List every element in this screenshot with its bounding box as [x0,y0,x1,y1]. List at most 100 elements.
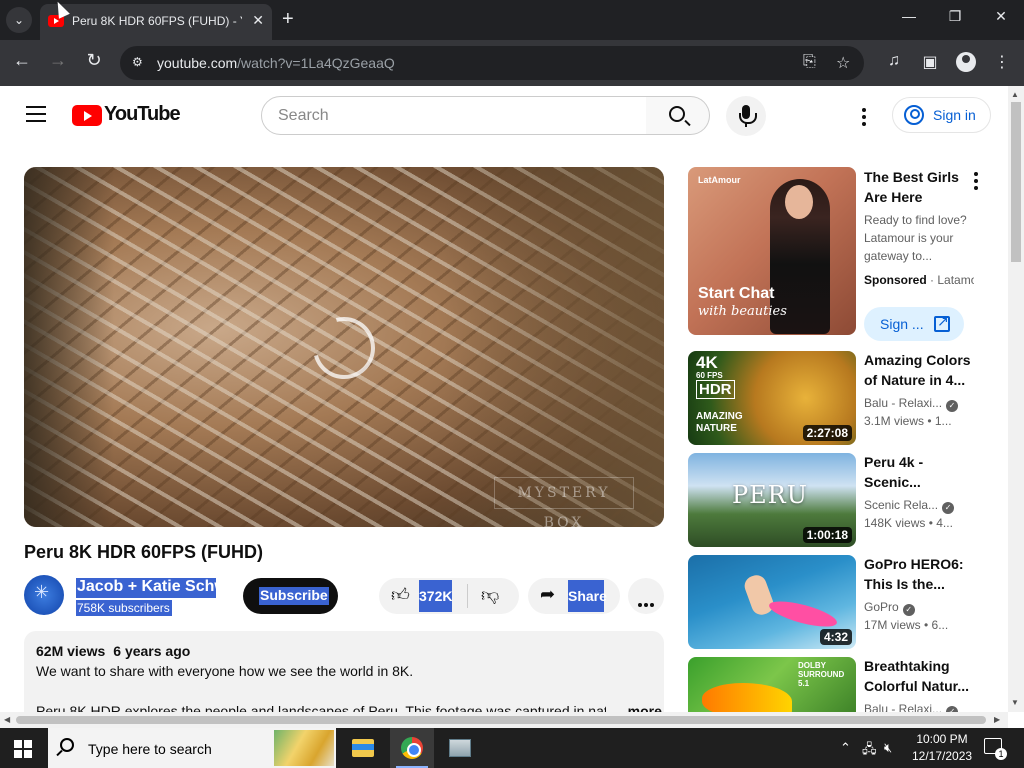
url-path: /watch?v=1La4QzGeaaQ [237,55,395,71]
thumbs-up-icon[interactable]: 👍︎ [391,584,410,606]
search-icon [60,738,74,752]
browser-menu-icon[interactable]: ⋮ [992,52,1012,72]
thumb-toucan [702,683,792,712]
thumb-tag-fps: 60 FPS [696,371,723,380]
more-actions-button[interactable] [628,578,664,614]
thumb-tag-nature: AMAZING NATURE [696,411,743,434]
tab-search-button[interactable]: ⌄ [6,7,32,33]
related-thumbnail[interactable]: PERU 1:00:18 [688,453,856,547]
channel-watermark[interactable]: MYSTERY BOX [494,477,634,527]
related-title[interactable]: GoPro HERO6: This Is the... [864,554,964,594]
description-line-1: We want to share with everyone how we se… [36,663,414,679]
other-app[interactable] [438,728,482,768]
like-dislike-group: 👍︎ 372K 👎︎ [379,578,519,614]
settings-more-icon[interactable] [862,108,866,129]
youtube-logo-icon[interactable] [72,105,102,126]
scroll-left-icon[interactable]: ◀ [4,715,10,724]
ad-sign-in-label: Sign ... [880,316,924,332]
tab-close-icon[interactable]: ✕ [252,12,264,29]
url-host: youtube.com [157,55,238,71]
voice-search-button[interactable] [726,96,766,136]
back-button[interactable]: ← [10,50,34,71]
volume-icon[interactable]: 🔇︎ [884,740,892,756]
app-window-icon [449,739,471,757]
media-controls-icon[interactable]: ♫ [884,52,904,70]
channel-name[interactable]: Jacob + Katie Schwarz [76,578,216,598]
windows-start-icon[interactable] [14,740,32,758]
arrow-left-icon: ← [13,50,31,70]
description-line-2: Peru 8K HDR explores the people and land… [36,703,606,712]
video-duration: 1:00:18 [802,527,852,543]
related-thumbnail[interactable]: 4:32 [688,555,856,649]
clock-time: 10:00 PM [916,732,968,746]
address-bar[interactable]: ⚙ youtube.com/watch?v=1La4QzGeaaQ ⎘ ☆ [120,46,864,80]
ad-title[interactable]: The Best Girls Are Here [864,167,974,207]
account-icon [904,105,924,125]
taskbar-search-box[interactable]: Type here to search [48,728,336,768]
subscribe-button[interactable]: Subscribe [243,578,338,614]
url-text[interactable]: youtube.com/watch?v=1La4QzGeaaQ [157,55,395,71]
vertical-scroll-thumb[interactable] [1011,102,1021,262]
description-box[interactable]: 62M views 6 years ago We want to share wi… [24,631,664,712]
youtube-wordmark[interactable]: YouTube [104,103,181,126]
windows-taskbar: Type here to search ⌃ 🖧︎ 🔇︎ 10:00 PM 12/1… [0,728,1024,768]
sponsored-line: Sponsored · Latamour [864,273,974,287]
reload-button[interactable]: ↻ [82,50,106,71]
ad-sign-in-button[interactable]: Sign ... [864,307,964,341]
related-thumbnail[interactable]: 4K 60 FPS HDR AMAZING NATURE 2:27:08 [688,351,856,445]
show-more-link[interactable]: ...more [616,703,662,712]
install-app-icon[interactable]: ⎘ [803,53,816,71]
horizontal-scroll-thumb[interactable] [16,716,986,724]
scroll-up-icon[interactable]: ▲ [1011,90,1019,99]
video-shade-right [444,167,664,527]
guide-menu-icon[interactable] [26,106,46,127]
share-button[interactable]: ➦ Share [528,578,620,614]
scroll-right-icon[interactable]: ▶ [994,715,1000,724]
browser-tab[interactable]: Peru 8K HDR 60FPS (FUHD) - YouTube ✕ [40,4,272,40]
vertical-scrollbar[interactable]: ▲ ▼ [1008,86,1024,712]
network-icon[interactable]: 🖧︎ [862,740,877,762]
forward-button[interactable]: → [46,50,70,71]
related-thumbnail[interactable]: DOLBY SURROUND 5.1 4K [688,657,856,712]
horizontal-scrollbar[interactable]: ◀ ▶ [0,712,1008,728]
video-duration: 4:32 [819,629,852,645]
related-title[interactable]: Peru 4k - Scenic... [864,452,954,492]
thumb-tag-peru: PERU [732,481,808,509]
tray-expand-icon[interactable]: ⌃ [840,740,851,756]
system-clock[interactable]: 10:00 PM 12/17/2023 [912,731,972,765]
related-channel: Scenic Rela... ✓ [864,496,974,514]
close-window-button[interactable]: ✕ [986,8,1016,25]
minimize-button[interactable]: — [894,8,924,24]
search-input[interactable] [278,97,638,134]
search-box [261,96,647,135]
site-info-icon[interactable]: ⚙ [132,55,148,71]
like-count[interactable]: 372K [419,580,452,612]
profile-icon[interactable] [956,52,976,72]
channel-avatar[interactable] [24,575,64,615]
video-player[interactable]: MYSTERY BOX [24,167,664,527]
clock-date: 12/17/2023 [912,749,973,763]
file-explorer-app[interactable] [340,728,384,768]
related-title[interactable]: Breathtaking Colorful Natur... [864,656,974,696]
related-meta: 148K views • 4... [864,516,953,530]
sign-in-button[interactable]: Sign in [892,97,991,133]
subscriber-count: 758K subscribers [76,600,172,616]
new-tab-button[interactable]: + [282,8,294,30]
ad-thumbnail[interactable]: LatAmour Start Chat with beauties [688,167,856,335]
thumbs-down-icon[interactable]: 👎︎ [481,584,499,606]
related-channel-name: Balu - Relaxi... [864,396,943,410]
search-highlight-image [274,730,334,766]
youtube-watch-page: YouTube Sign in MYSTERY BOX Peru 8K HDR … [0,86,1008,712]
view-meta: 62M views 6 years ago [36,643,198,659]
search-button[interactable] [646,96,710,135]
related-channel-name: Balu - Relaxi... [864,702,943,712]
ad-brand: LatAmour [698,175,741,185]
restore-button[interactable]: ❐ [940,8,970,25]
related-channel: Balu - Relaxi... ✓ [864,700,974,712]
ad-more-icon[interactable] [974,172,978,193]
chrome-app[interactable] [390,728,434,768]
scroll-down-icon[interactable]: ▼ [1011,698,1019,707]
side-panel-icon[interactable]: ▣ [920,52,940,72]
bookmark-star-icon[interactable]: ☆ [836,53,850,73]
related-title[interactable]: Amazing Colors of Nature in 4... [864,350,974,390]
